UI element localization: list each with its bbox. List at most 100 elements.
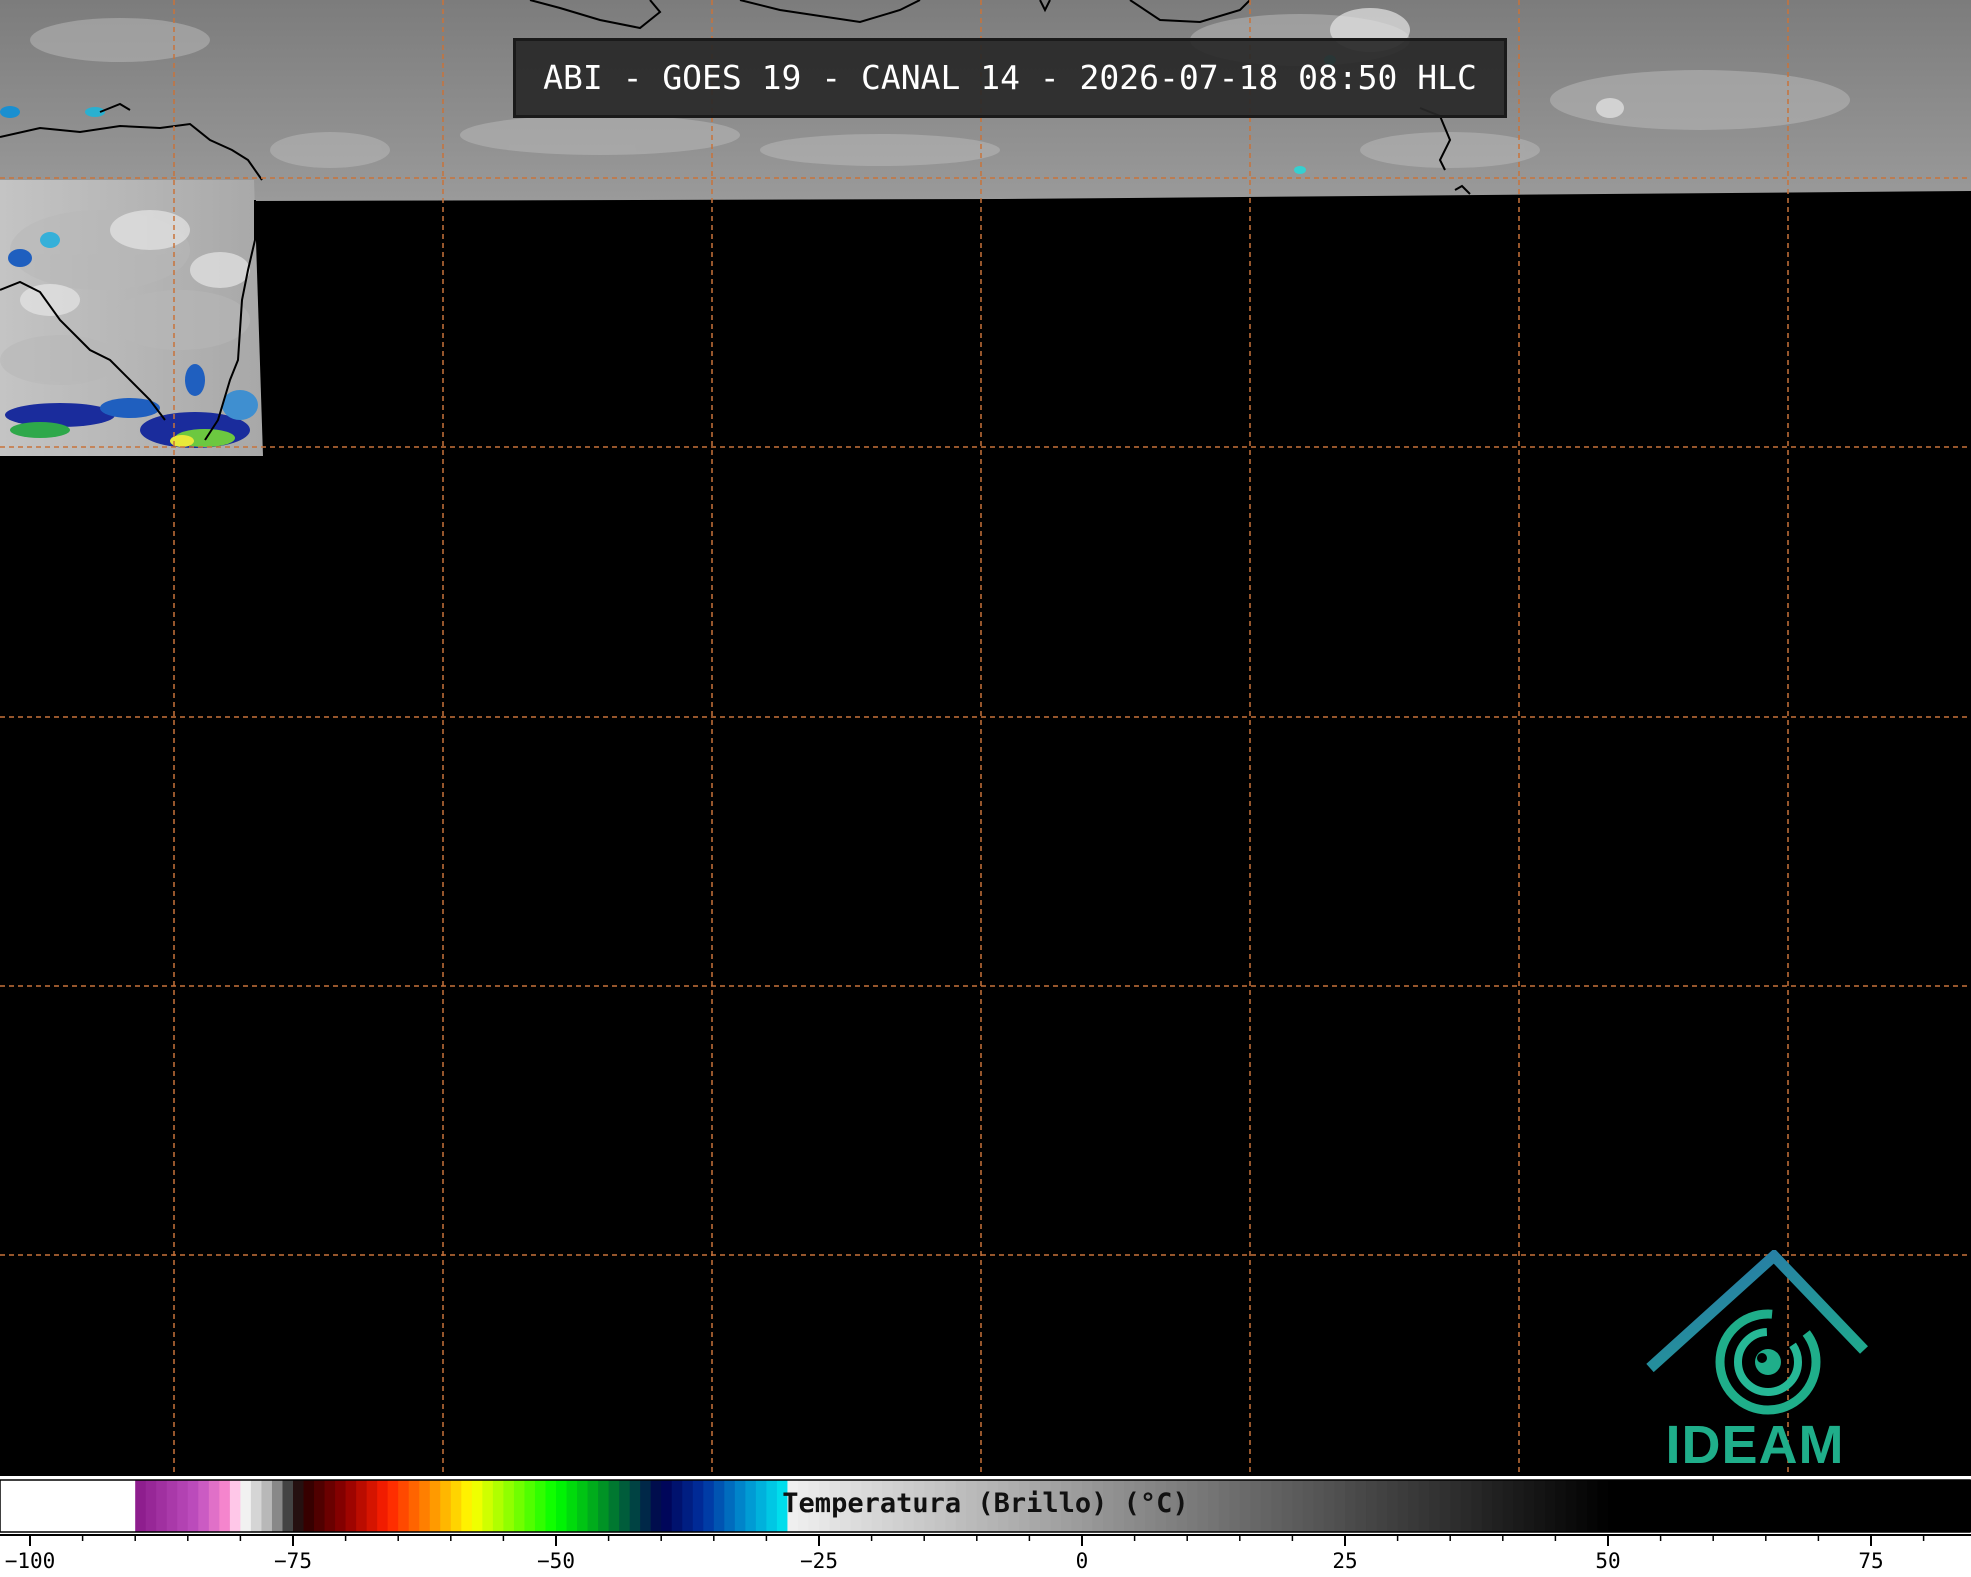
colorbar-segment: [335, 1480, 347, 1532]
colorbar-segment: [187, 1480, 199, 1532]
colorbar-tick-label: 75: [1858, 1549, 1883, 1573]
colorbar-segment: [1092, 1480, 1104, 1532]
colorbar-segment: [1660, 1480, 1672, 1532]
colorbar-segment: [1818, 1480, 1830, 1532]
colorbar-segment: [482, 1480, 494, 1532]
ideam-logo-text: IDEAM: [1665, 1415, 1845, 1475]
satellite-map: ABI - GOES 19 - CANAL 14 - 2026-07-18 08…: [0, 0, 1971, 1476]
colorbar-segment: [745, 1480, 757, 1532]
colorbar-segment: [1913, 1480, 1925, 1532]
colorbar-segment: [1702, 1480, 1714, 1532]
colorbar-segment: [924, 1480, 936, 1532]
colorbar-segment: [440, 1480, 452, 1532]
colorbar-segment: [103, 1480, 115, 1532]
colorbar-segment: [1439, 1480, 1451, 1532]
colorbar-segment: [1460, 1480, 1472, 1532]
colorbar-segment: [1471, 1480, 1483, 1532]
colorbar-segment: [1271, 1480, 1283, 1532]
colorbar-segment: [556, 1480, 568, 1532]
map-title: ABI - GOES 19 - CANAL 14 - 2026-07-18 08…: [513, 38, 1507, 118]
colorbar-segment: [61, 1480, 73, 1532]
colorbar-segment: [408, 1480, 420, 1532]
colorbar-segment: [534, 1480, 547, 1532]
colorbar-segment: [1881, 1480, 1893, 1532]
colorbar-segment: [671, 1480, 683, 1532]
colorbar-segment: [1618, 1480, 1630, 1532]
colorbar-segment: [1197, 1480, 1209, 1532]
colorbar-segment: [1418, 1480, 1430, 1532]
colorbar-segment: [976, 1480, 988, 1532]
colorbar-segment: [903, 1480, 915, 1532]
colorbar-tick-label: −25: [800, 1549, 838, 1573]
colorbar-segment: [419, 1480, 431, 1532]
colorbar-tick-label: 0: [1076, 1549, 1089, 1573]
colorbar-segment: [682, 1480, 694, 1532]
colorbar-segment: [303, 1480, 315, 1532]
colorbar-segment: [1050, 1480, 1062, 1532]
colorbar-segment: [1860, 1480, 1872, 1532]
colorbar-segment: [1502, 1480, 1514, 1532]
colorbar-segment: [1450, 1480, 1462, 1532]
colorbar-segment: [1513, 1480, 1525, 1532]
colorbar-segment: [1029, 1480, 1041, 1532]
colorbar-segment: [913, 1480, 925, 1532]
colorbar-segment: [1671, 1480, 1683, 1532]
colorbar-segment: [198, 1480, 210, 1532]
colorbar-segment: [1681, 1480, 1693, 1532]
colorbar-segment: [1723, 1480, 1735, 1532]
colorbar-segment: [1313, 1480, 1325, 1532]
colorbar-segment: [1155, 1480, 1167, 1532]
colorbar-segment: [587, 1480, 599, 1532]
colorbar-segment: [1849, 1480, 1862, 1532]
colorbar-segment: [776, 1480, 789, 1532]
colorbar-segment: [577, 1480, 589, 1532]
colorbar-segment: [1608, 1480, 1620, 1532]
colorbar-segment: [1492, 1480, 1504, 1532]
colorbar-segment: [1586, 1480, 1599, 1532]
colorbar-segment: [1955, 1480, 1967, 1532]
colorbar-segment: [1429, 1480, 1441, 1532]
colorbar-segment: [166, 1480, 178, 1532]
colorbar-segment: [271, 1480, 284, 1532]
colorbar-segment: [208, 1480, 220, 1532]
colorbar-segment: [377, 1480, 389, 1532]
colorbar-segment: [692, 1480, 704, 1532]
colorbar-segment: [1597, 1480, 1609, 1532]
colorbar-segment: [356, 1480, 368, 1532]
colorbar-segment: [861, 1480, 873, 1532]
colorbar-segment: [82, 1480, 94, 1532]
colorbar-segment: [1786, 1480, 1798, 1532]
colorbar-segment: [1345, 1480, 1357, 1532]
colorbar-segment: [1134, 1480, 1146, 1532]
colorbar-segment: [1018, 1480, 1030, 1532]
colorbar-segment: [1576, 1480, 1588, 1532]
colorbar-segment: [945, 1480, 957, 1532]
colorbar-segment: [997, 1480, 1009, 1532]
colorbar-segment: [293, 1480, 305, 1532]
colorbar-segment: [250, 1480, 263, 1532]
colorbar-segment: [1639, 1480, 1651, 1532]
colorbar-segment: [545, 1480, 557, 1532]
colorbar-segment: [1523, 1480, 1535, 1532]
colorbar-segment: [1208, 1480, 1220, 1532]
colorbar-tick-label: −50: [537, 1549, 575, 1573]
colorbar-segment: [1218, 1480, 1230, 1532]
colorbar-segment: [387, 1480, 399, 1532]
colorbar-segment: [619, 1480, 631, 1532]
colorbar-segment: [1713, 1480, 1725, 1532]
colorbar-segment: [261, 1480, 273, 1532]
colorbar-segment: [598, 1480, 610, 1532]
colorbar-segment: [366, 1480, 378, 1532]
colorbar-segment: [135, 1480, 147, 1532]
colorbar-segment: [1397, 1480, 1409, 1532]
colorbar-segment: [966, 1480, 978, 1532]
colorbar-segment: [703, 1480, 715, 1532]
colorbar-segment: [345, 1480, 357, 1532]
colorbar-segment: [1734, 1480, 1746, 1532]
colorbar-segment: [1082, 1480, 1094, 1532]
colorbar-segment: [934, 1480, 946, 1532]
colorbar-segment: [713, 1480, 725, 1532]
colorbar-segment: [1145, 1480, 1157, 1532]
colorbar-segment: [229, 1480, 241, 1532]
colorbar-segment: [1923, 1480, 1935, 1532]
